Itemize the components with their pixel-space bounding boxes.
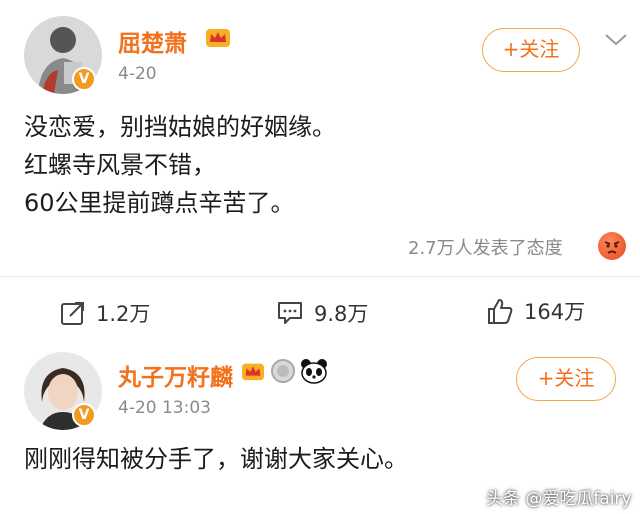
comment-count: 9.8万: [314, 302, 369, 326]
like-button[interactable]: 164万: [486, 296, 585, 326]
follow-button[interactable]: +关注: [482, 28, 580, 72]
panda-icon: [301, 359, 327, 384]
reactions-summary[interactable]: 2.7万人发表了态度: [408, 234, 563, 260]
medal-icon: [271, 359, 295, 383]
post-date: 4-20: [118, 64, 157, 84]
crown-icon: [206, 29, 230, 47]
post-content: 刚刚得知被分手了，谢谢大家关心。: [24, 445, 408, 473]
verified-badge-icon: V: [72, 67, 96, 91]
username[interactable]: 丸子万籽麟: [118, 358, 233, 392]
post-datetime: 4-20 13:03: [118, 398, 211, 418]
like-count: 164万: [524, 300, 586, 324]
comment-icon: [278, 302, 302, 324]
thumbs-up-icon: [488, 299, 513, 324]
crown-icon: [242, 363, 264, 381]
chevron-down-icon[interactable]: [604, 32, 628, 48]
username[interactable]: 屈楚萧: [118, 24, 187, 58]
comment-button[interactable]: 9.8万: [276, 298, 368, 328]
verified-badge-icon: V: [72, 403, 96, 427]
repost-count: 1.2万: [96, 302, 151, 326]
repost-button[interactable]: 1.2万: [60, 298, 150, 328]
card-separator: [0, 336, 640, 342]
post-content-line-1: 没恋爱，别挡姑娘的好姻缘。: [24, 113, 336, 141]
post-content-line-3: 60公里提前蹲点辛苦了。: [24, 189, 295, 217]
watermark: 头条 @爱吃瓜fairy: [486, 489, 632, 509]
follow-button[interactable]: +关注: [516, 357, 616, 401]
repost-icon: [61, 302, 84, 325]
angry-emoji-icon[interactable]: [598, 232, 626, 260]
action-bar-divider: [0, 276, 640, 277]
post-content-line-2: 红螺寺风景不错，: [24, 151, 216, 179]
